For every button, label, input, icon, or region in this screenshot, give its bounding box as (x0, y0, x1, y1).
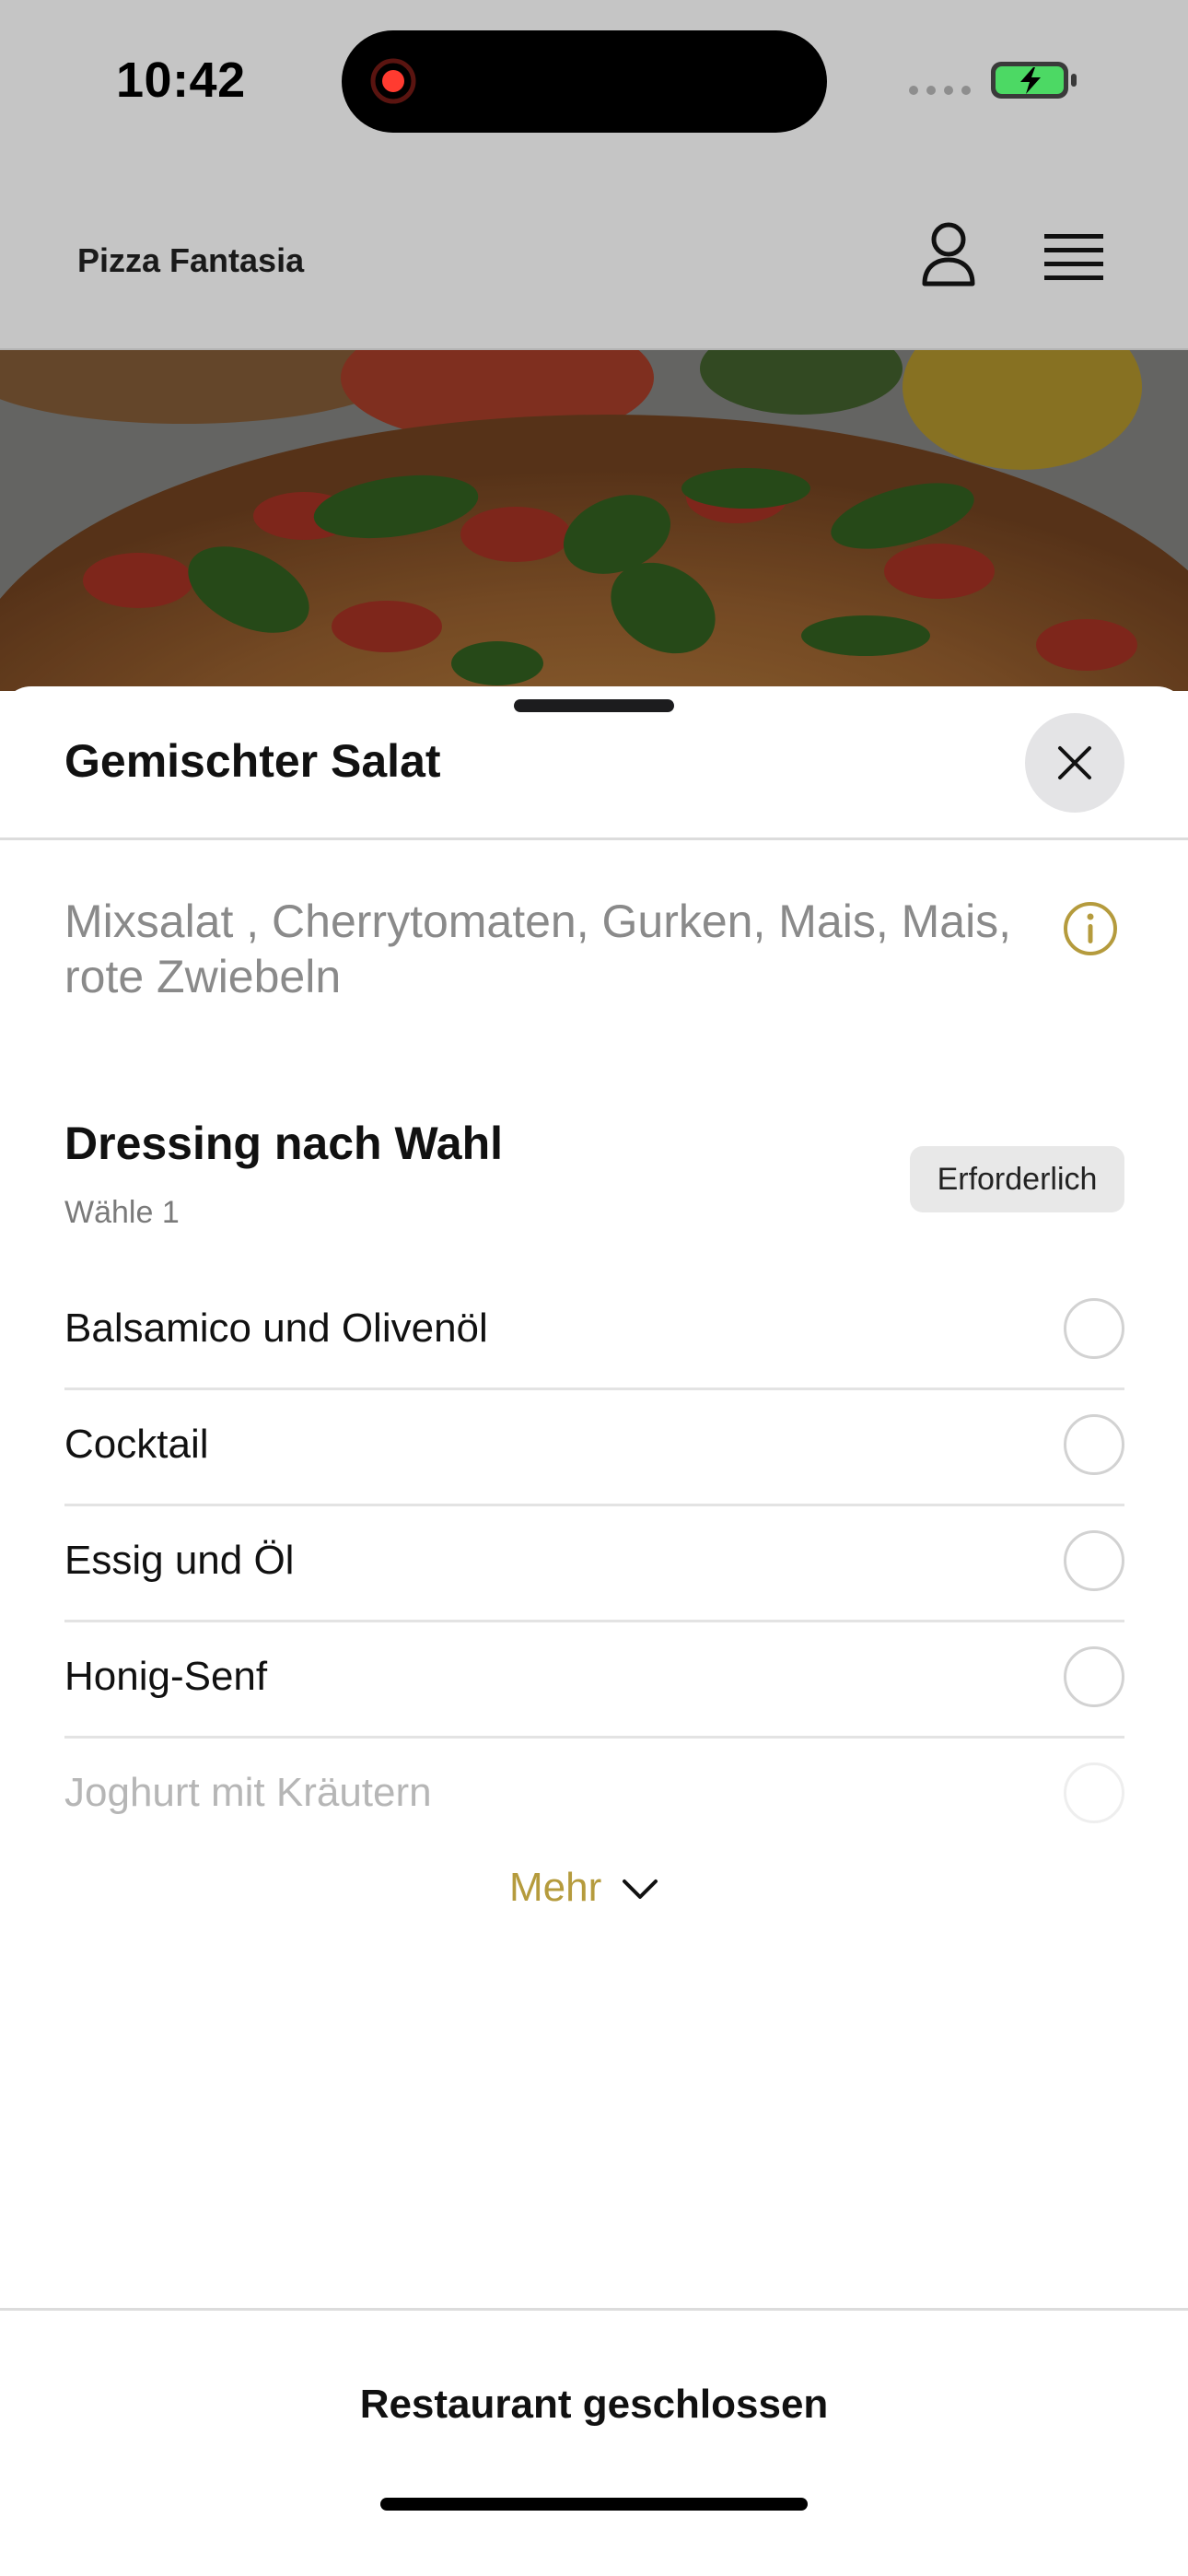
battery-charging-icon (991, 62, 1077, 99)
option-label: Cocktail (64, 1422, 209, 1467)
home-indicator[interactable] (380, 2498, 808, 2511)
option-group-subtitle: Wähle 1 (64, 1195, 180, 1230)
option-radio[interactable] (1064, 1762, 1124, 1823)
footer-divider (0, 2308, 1188, 2311)
hamburger-menu-icon[interactable] (1044, 232, 1103, 284)
show-more-label: Mehr (509, 1865, 602, 1910)
close-button[interactable] (1025, 713, 1124, 813)
restaurant-name: Pizza Fantasia (77, 241, 305, 279)
dressing-option-list: Balsamico und Olivenöl Cocktail Essig un… (64, 1274, 1124, 1855)
pizza-hero-image (0, 350, 1188, 691)
option-row[interactable]: Joghurt mit Kräutern (64, 1739, 1124, 1855)
option-label: Balsamico und Olivenöl (64, 1306, 488, 1351)
required-badge: Erforderlich (910, 1146, 1124, 1212)
show-more-button[interactable]: Mehr (509, 1858, 658, 1917)
option-row[interactable]: Balsamico und Olivenöl (64, 1274, 1124, 1390)
app-header: Pizza Fantasia (0, 175, 1188, 350)
restaurant-closed-status: Restaurant geschlossen (359, 2382, 829, 2427)
info-icon[interactable] (1062, 900, 1119, 957)
option-row[interactable]: Cocktail (64, 1390, 1124, 1506)
option-label: Joghurt mit Kräutern (64, 1770, 432, 1815)
dynamic-island (342, 30, 827, 133)
status-bar: 10:42 (0, 0, 1188, 175)
option-radio[interactable] (1064, 1298, 1124, 1359)
close-icon (1058, 746, 1091, 779)
option-row[interactable]: Essig und Öl (64, 1506, 1124, 1622)
status-time: 10:42 (116, 53, 246, 108)
option-label: Essig und Öl (64, 1538, 295, 1583)
option-radio[interactable] (1064, 1646, 1124, 1707)
item-title: Gemischter Salat (64, 735, 441, 787)
option-row[interactable]: Honig-Senf (64, 1622, 1124, 1739)
item-description: Mixsalat , Cherrytomaten, Gurken, Mais, … (64, 896, 1012, 1002)
cellular-signal-icon (909, 86, 971, 95)
person-icon[interactable] (919, 221, 978, 287)
option-group-title: Dressing nach Wahl (64, 1118, 504, 1169)
chevron-down-icon (623, 1879, 658, 1899)
option-radio[interactable] (1064, 1414, 1124, 1475)
option-radio[interactable] (1064, 1530, 1124, 1591)
title-divider (0, 837, 1188, 840)
item-detail-sheet: Gemischter Salat Mixsalat , Cherrytomate… (0, 686, 1188, 2576)
sheet-grabber[interactable] (514, 699, 674, 712)
screen-recording-icon (370, 58, 416, 104)
option-label: Honig-Senf (64, 1654, 268, 1699)
